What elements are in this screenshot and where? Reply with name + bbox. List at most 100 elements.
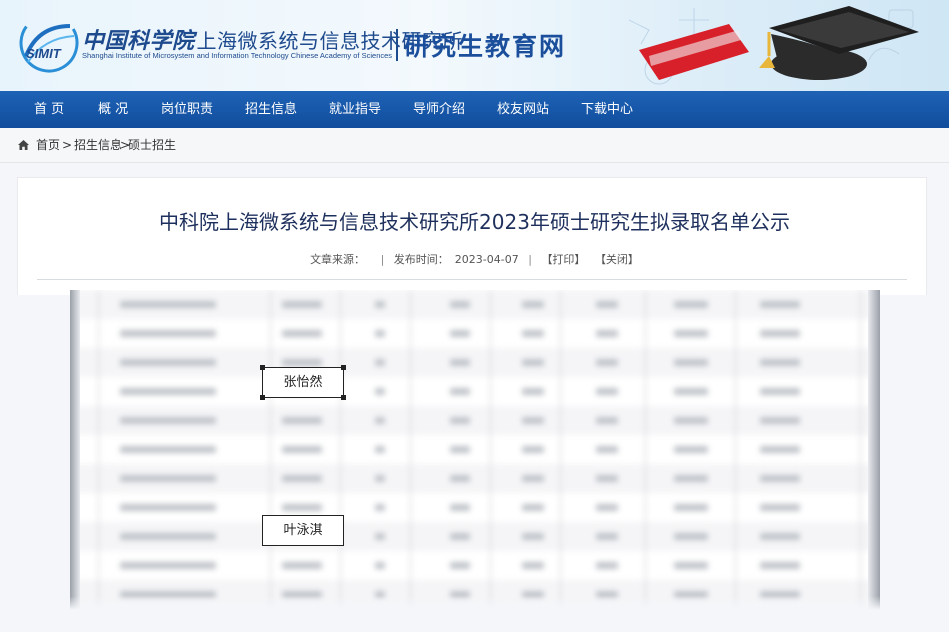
meta-separator: | bbox=[528, 253, 532, 266]
publish-label: 发布时间： bbox=[393, 253, 449, 266]
table-cell bbox=[674, 533, 708, 540]
table-cell bbox=[450, 562, 470, 569]
table-cell bbox=[596, 330, 618, 337]
nav-item-overview[interactable]: 概 况 bbox=[98, 91, 128, 128]
main-nav: 首 页 概 况 岗位职责 招生信息 就业指导 导师介绍 校友网站 下载中心 bbox=[0, 91, 949, 128]
table-cell bbox=[450, 417, 470, 424]
table-cell bbox=[450, 533, 470, 540]
table-cell bbox=[375, 446, 385, 453]
table-cell bbox=[760, 475, 800, 482]
breadcrumb-separator: > bbox=[62, 138, 73, 152]
table-cell bbox=[522, 446, 544, 453]
nav-item-supervisors[interactable]: 导师介绍 bbox=[413, 91, 465, 128]
institute-name-en: Shanghai Institute of Microsystem and In… bbox=[82, 51, 393, 60]
highlighted-name: 叶泳淇 bbox=[262, 515, 344, 546]
table-cell bbox=[596, 533, 618, 540]
table-cell bbox=[120, 533, 216, 540]
table-cell bbox=[522, 504, 544, 511]
table-cell bbox=[596, 359, 618, 366]
table-cell bbox=[450, 388, 470, 395]
table-cell bbox=[522, 417, 544, 424]
print-link[interactable]: 【打印】 bbox=[541, 253, 585, 266]
table-cell bbox=[522, 301, 544, 308]
source-label: 文章来源： bbox=[310, 253, 366, 266]
meta-separator: | bbox=[380, 253, 385, 266]
table-cell bbox=[522, 359, 544, 366]
table-cell bbox=[596, 562, 618, 569]
table-row bbox=[70, 522, 880, 551]
table-cell bbox=[596, 301, 618, 308]
table-cell bbox=[674, 301, 708, 308]
table-cell bbox=[522, 533, 544, 540]
table-cell bbox=[674, 562, 708, 569]
table-cell bbox=[450, 301, 470, 308]
table-cell bbox=[674, 446, 708, 453]
table-cell bbox=[674, 504, 708, 511]
table-cell bbox=[375, 330, 385, 337]
nav-item-positions[interactable]: 岗位职责 bbox=[161, 91, 213, 128]
table-column-line bbox=[410, 290, 411, 610]
table-column-line bbox=[490, 290, 491, 610]
table-column-line bbox=[560, 290, 561, 610]
table-cell bbox=[120, 475, 216, 482]
table-cell bbox=[282, 417, 322, 424]
table-cell bbox=[596, 388, 618, 395]
table-cell bbox=[120, 359, 216, 366]
header-divider bbox=[396, 29, 398, 61]
table-column-line bbox=[735, 290, 736, 610]
table-cell bbox=[375, 504, 385, 511]
table-row bbox=[70, 435, 880, 464]
site-header: SIMIT 中国科学院 上海微系统与信息技术研究所 Shanghai Instit… bbox=[0, 0, 949, 91]
table-cell bbox=[760, 504, 800, 511]
table-row bbox=[70, 290, 880, 319]
table-cell bbox=[375, 533, 385, 540]
table-row bbox=[70, 551, 880, 580]
article-title: 中科院上海微系统与信息技术研究所2023年硕士研究生拟录取名单公示 bbox=[159, 210, 790, 234]
table-cell bbox=[760, 417, 800, 424]
table-cell bbox=[522, 330, 544, 337]
breadcrumb-current[interactable]: 硕士招生 bbox=[128, 128, 176, 163]
selection-handle bbox=[341, 395, 346, 400]
home-icon bbox=[18, 140, 29, 150]
highlighted-name: 张怡然 bbox=[260, 365, 346, 400]
simit-logo[interactable]: SIMIT bbox=[18, 12, 80, 74]
table-row bbox=[70, 348, 880, 377]
table-cell bbox=[760, 533, 800, 540]
table-cell bbox=[760, 562, 800, 569]
graduation-cap-illustration bbox=[628, 6, 919, 85]
nav-item-career[interactable]: 就业指导 bbox=[329, 91, 381, 128]
nav-item-admissions[interactable]: 招生信息 bbox=[245, 91, 297, 128]
nav-item-home[interactable]: 首 页 bbox=[34, 91, 64, 128]
table-cell bbox=[120, 417, 216, 424]
table-cell bbox=[120, 388, 216, 395]
table-row bbox=[70, 377, 880, 406]
student-name: 张怡然 bbox=[283, 375, 323, 390]
table-cell bbox=[596, 446, 618, 453]
table-cell bbox=[375, 388, 385, 395]
table-cell bbox=[375, 417, 385, 424]
table-cell bbox=[450, 330, 470, 337]
student-name: 叶泳淇 bbox=[283, 523, 323, 538]
breadcrumb-home[interactable]: 首页 bbox=[36, 128, 60, 163]
table-column-line bbox=[98, 290, 99, 610]
table-cell bbox=[760, 330, 800, 337]
nav-item-alumni[interactable]: 校友网站 bbox=[497, 91, 549, 128]
table-cell bbox=[282, 475, 322, 482]
table-cell bbox=[760, 388, 800, 395]
blurred-table-content bbox=[70, 290, 880, 610]
page: SIMIT 中国科学院 上海微系统与信息技术研究所 Shanghai Instit… bbox=[0, 0, 949, 632]
table-cell bbox=[120, 504, 216, 511]
table-cell bbox=[760, 446, 800, 453]
nav-item-downloads[interactable]: 下载中心 bbox=[581, 91, 633, 128]
table-cell bbox=[450, 446, 470, 453]
table-row bbox=[70, 493, 880, 522]
table-cell bbox=[674, 388, 708, 395]
table-cell bbox=[282, 330, 322, 337]
close-link[interactable]: 【关闭】 bbox=[595, 253, 639, 266]
title-divider bbox=[37, 279, 907, 280]
breadcrumb-section[interactable]: 招生信息 bbox=[74, 128, 122, 163]
table-column-line bbox=[645, 290, 646, 610]
table-cell bbox=[120, 562, 216, 569]
table-cell bbox=[760, 301, 800, 308]
table-cell bbox=[522, 562, 544, 569]
